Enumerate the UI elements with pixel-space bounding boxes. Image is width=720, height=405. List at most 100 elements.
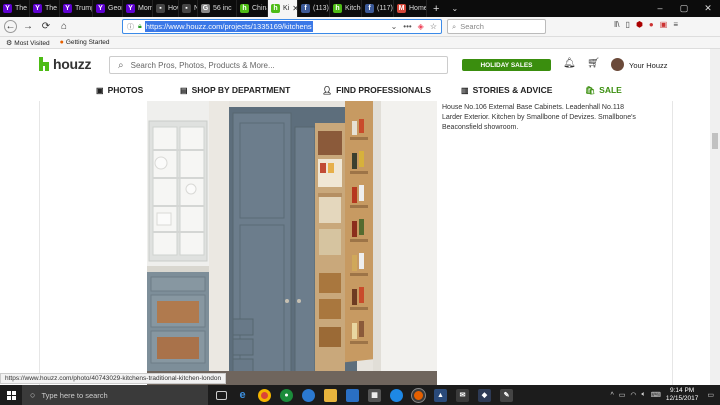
tab-13[interactable]: M Home [394, 0, 427, 17]
holiday-sales-button[interactable]: HOLIDAY SALES [462, 59, 551, 71]
pro-icon: 👤︎ [322, 85, 333, 95]
mail-icon[interactable]: ✉ [456, 388, 469, 402]
bookmark-getting-started[interactable]: ● Getting Started [60, 39, 110, 46]
forward-button[interactable]: → [21, 20, 35, 34]
new-tab-button[interactable]: + [427, 3, 445, 15]
tab-9[interactable]: hKi✕ [268, 0, 298, 17]
sidebar-icon[interactable]: ▯ [626, 20, 630, 29]
app-dark-icon[interactable]: ◆ [478, 388, 491, 402]
reload-button[interactable]: ⟳ [39, 20, 53, 34]
edge-icon[interactable]: e [236, 389, 249, 402]
tab-6[interactable]: ▪Ne [179, 0, 198, 17]
navigation-toolbar: ← → ⟳ ⌂ ⓘ 🔒︎ https://www.houzz.com/proje… [0, 17, 720, 37]
notification-badge-icon[interactable]: ▣ [660, 20, 668, 29]
tab-label: China [252, 5, 267, 12]
content-border-right [672, 101, 673, 385]
battery-icon[interactable]: ▭ [619, 391, 626, 399]
tab-label: The Bi [15, 5, 29, 12]
url-bar[interactable]: ⓘ 🔒︎ https://www.houzz.com/projects/1335… [122, 19, 442, 34]
facebook-icon: f [301, 4, 310, 13]
tab-label: How [168, 5, 178, 12]
yahoo-icon: Y [126, 4, 135, 13]
kitchen-photo[interactable] [147, 101, 437, 385]
taskbar-search-box[interactable]: ○ Type here to search [22, 385, 208, 405]
status-bar-url: https://www.houzz.com/photo/40743029-kit… [0, 373, 227, 384]
tab-11[interactable]: hKitche [330, 0, 362, 17]
nav-shop-by-department[interactable]: ▤ SHOP BY DEPARTMENT [180, 85, 290, 95]
your-houzz-link[interactable]: Your Houzz [629, 61, 668, 70]
tab-1[interactable]: YThe St [30, 0, 60, 17]
tab-8[interactable]: hChina [237, 0, 268, 17]
tab-label: The St [45, 5, 59, 12]
nav-sale[interactable]: 🛍︎ SALE [585, 85, 622, 95]
dropdown-chevron-icon[interactable]: ⌄ [391, 22, 398, 31]
app-green-icon[interactable]: ● [280, 388, 293, 402]
nav-stories-advice[interactable]: ▥ STORIES & ADVICE [461, 85, 552, 95]
tab-2[interactable]: Y Trump [60, 0, 93, 17]
page-actions-icon[interactable]: ••• [403, 22, 411, 31]
pocket-icon[interactable]: ◈ [418, 22, 424, 31]
tab-strip: YThe BiYThe StYTrumpYGeorgYMome▪How▪NeG5… [0, 0, 427, 17]
bookmarks-bar: ⚙ Most Visited ● Getting Started [0, 37, 720, 49]
tab-label: Home [409, 5, 427, 12]
nav-photos[interactable]: ▣ PHOTOS [96, 85, 143, 95]
tab-label: (117) [377, 5, 393, 12]
close-window-button[interactable]: ✕ [696, 3, 720, 14]
browser-search-box[interactable]: ⌕ Search [447, 19, 546, 34]
firefox-icon[interactable] [411, 387, 426, 403]
tray-chevron-icon[interactable]: ^ [610, 392, 613, 399]
houzz-search-input[interactable]: ⌕ Search Pros, Photos, Products & More..… [109, 56, 448, 74]
notifications-icon[interactable]: ▭ [707, 391, 714, 399]
tab-label: Ki [283, 5, 290, 12]
page-icon: ▪ [182, 4, 191, 13]
bookmark-most-visited[interactable]: ⚙ Most Visited [6, 39, 50, 47]
google-icon: G [201, 4, 210, 13]
task-view-icon[interactable] [216, 390, 227, 400]
page-scrollbar[interactable] [710, 49, 720, 385]
tab-3[interactable]: YGeorg [93, 0, 123, 17]
tab-list-chevron-icon[interactable]: ⌄ [445, 4, 464, 13]
tab-10[interactable]: f (113) [298, 0, 330, 17]
app-blue-round-icon[interactable] [390, 388, 403, 402]
nav-find-professionals[interactable]: 👤︎ FIND PROFESSIONALS [322, 85, 431, 95]
ublock-icon[interactable]: ⬢ [636, 20, 643, 29]
gmail-icon: M [397, 4, 406, 13]
bell-icon[interactable]: 🔔︎ [563, 58, 576, 69]
keyboard-icon[interactable]: ⌨ [651, 391, 661, 399]
home-button[interactable]: ⌂ [57, 20, 71, 34]
yahoo-icon: Y [63, 4, 72, 13]
app-blue-icon[interactable] [302, 388, 315, 402]
bookmark-star-icon[interactable]: ☆ [430, 22, 437, 31]
store-icon[interactable] [346, 388, 359, 402]
web-page: houzz ⌕ Search Pros, Photos, Products & … [0, 49, 710, 385]
tab-0[interactable]: YThe Bi [0, 0, 30, 17]
avatar[interactable] [611, 58, 624, 71]
firefox-icon: ● [59, 39, 64, 46]
file-explorer-icon[interactable] [324, 388, 337, 402]
tab-7[interactable]: G 56 inc [198, 0, 237, 17]
minimize-button[interactable]: – [648, 3, 672, 14]
scrollbar-thumb[interactable] [712, 133, 718, 149]
calculator-icon[interactable]: ▦ [368, 388, 381, 402]
library-icon[interactable]: ‖\ [614, 20, 620, 29]
paint-icon[interactable]: ✎ [500, 388, 513, 402]
cart-icon[interactable]: 🛒︎ [587, 58, 600, 69]
maximize-button[interactable]: ▢ [672, 3, 696, 14]
tab-12[interactable]: f (117) [362, 0, 394, 17]
start-button[interactable] [0, 385, 22, 405]
extension-icon[interactable]: ● [649, 20, 654, 29]
gear-icon: ⚙ [6, 39, 13, 47]
yahoo-icon: Y [96, 4, 105, 13]
volume-icon[interactable]: 🔈︎ [642, 391, 646, 399]
tab-4[interactable]: YMome [123, 0, 153, 17]
network-icon[interactable]: ◠ [630, 391, 636, 399]
houzz-logo[interactable]: houzz [39, 56, 91, 72]
menu-icon[interactable]: ≡ [673, 20, 678, 29]
tab-5[interactable]: ▪How [153, 0, 179, 17]
chrome-icon[interactable] [258, 388, 271, 402]
info-icon[interactable]: ⓘ [127, 22, 134, 32]
url-text[interactable]: https://www.houzz.com/projects/1335169/k… [144, 21, 313, 32]
clock[interactable]: 9:14 PM 12/15/2017 [666, 387, 699, 403]
pictures-icon[interactable]: ▲ [434, 388, 447, 402]
back-button[interactable]: ← [4, 20, 17, 33]
